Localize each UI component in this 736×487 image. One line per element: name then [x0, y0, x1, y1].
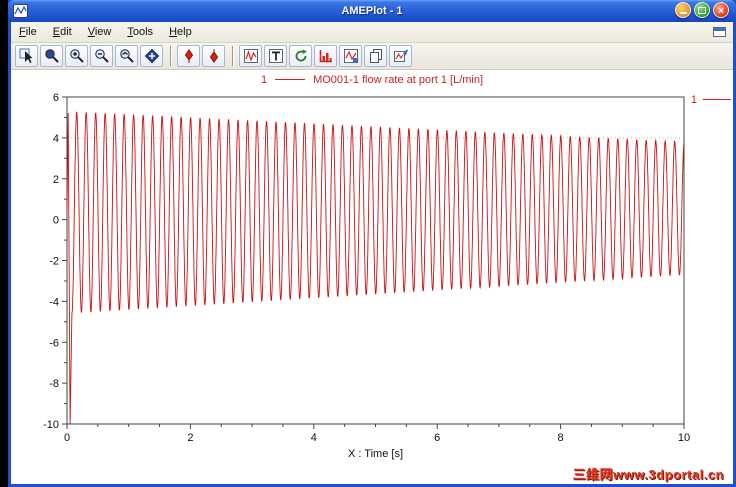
minimize-icon [679, 12, 687, 14]
svg-text:2: 2 [187, 432, 193, 444]
zoom-in-icon [69, 49, 84, 63]
svg-text:0: 0 [53, 215, 59, 227]
curve-style-icon [343, 49, 358, 63]
zoom-reset-button[interactable] [115, 45, 138, 67]
curve-end-line [703, 98, 731, 100]
close-icon [718, 1, 724, 19]
svg-text:-4: -4 [49, 296, 59, 308]
ameplot-window: AMEPlot - 1 File Edit View Tools Help [8, 0, 736, 487]
curve-end-number: 1 [690, 94, 697, 106]
plot-canvas[interactable]: 0 2 4 6 8 10 6 4 2 0 -2 -4 -6 -8 -10 X : Time [s] [11, 70, 733, 484]
menu-tools[interactable]: Tools [119, 23, 161, 41]
zoom-window-icon [44, 49, 59, 63]
zoom-reset-icon [119, 49, 134, 63]
bar-chart-icon [319, 50, 332, 63]
toolbar-separator [170, 46, 172, 66]
svg-text:4: 4 [53, 133, 59, 145]
cursor-marker-a-button[interactable] [177, 45, 200, 67]
svg-text:-8: -8 [49, 378, 59, 390]
replot-icon [295, 49, 307, 62]
minimize-button[interactable] [675, 2, 691, 18]
cursor-marker-b-button[interactable] [202, 45, 225, 67]
titlebar[interactable]: AMEPlot - 1 [8, 0, 736, 22]
svg-text:-2: -2 [49, 256, 59, 268]
export-plot-icon [393, 49, 408, 62]
cursor-marker-b-icon [209, 49, 218, 63]
legend-line-sample [275, 78, 306, 80]
select-pointer-icon [19, 48, 32, 63]
svg-text:8: 8 [558, 432, 564, 444]
zoom-in-button[interactable] [65, 45, 88, 67]
svg-text:2: 2 [53, 174, 59, 186]
svg-text:10: 10 [678, 432, 690, 444]
curve-style-button[interactable] [339, 45, 362, 67]
bar-chart-button[interactable] [314, 45, 337, 67]
cursor-marker-a-icon [184, 49, 193, 63]
select-pointer-button[interactable] [15, 45, 38, 67]
svg-text:4: 4 [311, 432, 317, 444]
new-plot-button[interactable] [239, 45, 262, 67]
svg-text:0: 0 [64, 432, 70, 444]
copy-icon [369, 49, 382, 63]
maximize-icon [698, 6, 706, 14]
svg-text:X : Time [s]: X : Time [s] [348, 448, 403, 460]
svg-text:6: 6 [434, 432, 440, 444]
window-controls [675, 2, 729, 18]
zoom-out-icon [94, 49, 109, 63]
menu-view[interactable]: View [80, 23, 120, 41]
toolbar [11, 43, 733, 70]
close-button[interactable] [713, 2, 729, 18]
svg-text:-6: -6 [49, 337, 59, 349]
plot-legend: 1 MO001-1 flow rate at port 1 [L/min] [11, 74, 733, 86]
zoom-window-button[interactable] [40, 45, 63, 67]
svg-text:-10: -10 [43, 419, 59, 431]
menu-help[interactable]: Help [161, 23, 200, 41]
legend-series-number: 1 [260, 74, 268, 86]
plot-client-area[interactable]: 1 MO001-1 flow rate at port 1 [L/min] 1 0… [11, 70, 733, 484]
export-plot-button[interactable] [389, 45, 412, 67]
dock-window-icon[interactable] [712, 25, 728, 39]
watermark: 三维网www.3dportal.cn [572, 467, 724, 482]
menubar: File Edit View Tools Help [11, 22, 733, 43]
menu-file[interactable]: File [11, 23, 45, 41]
fit-view-button[interactable] [140, 45, 163, 67]
add-text-icon [268, 49, 283, 63]
toolbar-separator [232, 46, 234, 66]
new-plot-icon [243, 49, 258, 63]
copy-button[interactable] [364, 45, 387, 67]
replot-button[interactable] [289, 45, 312, 67]
window-title: AMEPlot - 1 [341, 5, 403, 17]
curve-end-marker: 1 [691, 94, 731, 106]
legend-label: MO001-1 flow rate at port 1 [L/min] [313, 74, 484, 86]
maximize-button[interactable] [694, 2, 710, 18]
add-text-button[interactable] [264, 45, 287, 67]
menu-edit[interactable]: Edit [45, 23, 80, 41]
fit-view-icon [144, 48, 159, 64]
svg-text:6: 6 [53, 92, 59, 104]
zoom-out-button[interactable] [90, 45, 113, 67]
